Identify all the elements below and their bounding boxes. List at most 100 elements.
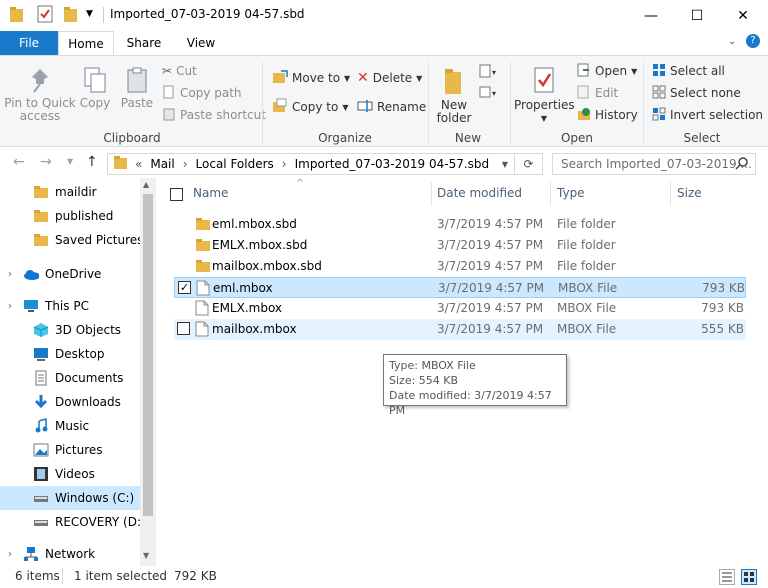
tab-view[interactable]: View (174, 31, 228, 55)
nav-item[interactable]: Desktop (0, 342, 140, 366)
new-item-button[interactable]: ▾ (478, 63, 500, 82)
nav-item[interactable]: 3D Objects (0, 318, 140, 342)
history-button[interactable]: History (577, 105, 638, 125)
address-overflow[interactable]: « (135, 157, 142, 171)
pin-quick-access-button[interactable]: Pin to Quick access (4, 66, 76, 123)
properties-icon[interactable] (36, 4, 54, 27)
documents-icon (33, 370, 49, 386)
copy-path-button[interactable]: Copy path (162, 83, 242, 103)
folder-icon (33, 208, 49, 224)
recent-locations-icon[interactable]: ▼ (67, 157, 73, 166)
chevron-right-icon[interactable]: › (8, 269, 12, 280)
folder-icon (33, 232, 49, 248)
properties-label: Properties (514, 98, 575, 112)
column-divider[interactable] (550, 182, 551, 206)
forward-arrow-icon[interactable]: → (40, 154, 52, 170)
tab-home[interactable]: Home (58, 31, 114, 56)
paste-button[interactable]: Paste (118, 66, 156, 110)
rename-button[interactable]: Rename (357, 97, 426, 117)
breadcrumb-imported[interactable]: Imported_07-03-2019 04-57.sbd (295, 157, 490, 171)
svg-text:▾: ▾ (492, 89, 496, 98)
large-icons-view-icon (744, 572, 754, 582)
delete-button[interactable]: ✕ Delete ▼ (357, 68, 422, 88)
file-row[interactable]: EMLX.mbox.sbd 3/7/2019 4:57 PM File folder (174, 235, 746, 256)
nav-item[interactable]: Pictures (0, 438, 140, 462)
chevron-right-icon[interactable]: › (8, 301, 12, 312)
close-button[interactable]: ✕ (720, 0, 766, 31)
ribbon-separator (510, 62, 511, 144)
back-arrow-icon[interactable]: ← (13, 154, 25, 170)
help-icon[interactable]: ? (746, 34, 760, 48)
open-button[interactable]: Open ▼ (577, 61, 637, 81)
row-checkbox[interactable]: ✓ (178, 281, 191, 294)
column-size[interactable]: Size (677, 186, 702, 200)
nav-item[interactable]: › Network (0, 542, 140, 566)
minimize-button[interactable]: — (628, 0, 674, 31)
edit-button[interactable]: Edit (577, 83, 618, 103)
nav-item[interactable]: Downloads (0, 390, 140, 414)
select-none-button[interactable]: Select none (652, 83, 741, 103)
history-label: History (595, 108, 638, 122)
invert-selection-button[interactable]: Invert selection (652, 105, 763, 125)
file-row[interactable]: ✓ eml.mbox 3/7/2019 4:57 PM MBOX File 793 KB (174, 277, 746, 298)
column-type[interactable]: Type (557, 186, 585, 200)
new-folder-icon[interactable] (63, 6, 79, 27)
copy-to-button[interactable]: Copy to ▼ (272, 97, 348, 117)
chevron-right-icon[interactable]: › (8, 549, 12, 560)
nav-item[interactable]: Saved Pictures (0, 228, 143, 252)
select-all-checkbox[interactable] (170, 188, 183, 201)
nav-item[interactable]: Videos (0, 462, 140, 486)
search-input[interactable]: Search Imported_07-03-2019 ... (552, 153, 756, 175)
address-bar[interactable]: « Mail › Local Folders › Imported_07-03-… (107, 153, 515, 175)
file-type: File folder (557, 217, 616, 231)
column-divider[interactable] (670, 182, 671, 206)
details-view-button[interactable] (719, 569, 735, 585)
paste-shortcut-button[interactable]: Paste shortcut (162, 105, 266, 125)
properties-button[interactable]: Properties ▼ (514, 66, 575, 125)
tab-file[interactable]: File (0, 31, 58, 55)
new-folder-button[interactable]: New folder (434, 66, 474, 125)
file-row[interactable]: eml.mbox.sbd 3/7/2019 4:57 PM File folder (174, 214, 746, 235)
large-icons-view-button[interactable] (741, 569, 757, 585)
scroll-up-icon[interactable]: ▲ (143, 180, 149, 189)
nav-item[interactable]: › This PC (0, 294, 140, 318)
column-divider[interactable] (431, 182, 432, 206)
ribbon-separator (643, 62, 644, 144)
expand-ribbon-icon[interactable]: ⌄ (728, 36, 736, 47)
cut-button[interactable]: ✂ Cut (162, 61, 197, 81)
breadcrumb-local-folders[interactable]: Local Folders (196, 157, 274, 171)
column-date-modified[interactable]: Date modified (437, 186, 522, 200)
nav-item[interactable]: Music (0, 414, 140, 438)
refresh-button[interactable]: ⟳ (515, 153, 543, 175)
nav-item[interactable]: › OneDrive (0, 262, 140, 286)
select-all-button[interactable]: Select all (652, 61, 725, 81)
nav-item[interactable]: Windows (C:) (0, 486, 140, 510)
address-dropdown-icon[interactable]: ▼ (502, 160, 508, 169)
nav-item-label: Documents (55, 371, 124, 385)
nav-item[interactable]: maildir (0, 180, 140, 204)
move-to-button[interactable]: Move to ▼ (272, 68, 350, 88)
row-checkbox[interactable] (177, 322, 190, 335)
nav-item[interactable]: published (0, 204, 140, 228)
breadcrumb-mail[interactable]: Mail (150, 157, 174, 171)
tab-share[interactable]: Share (114, 31, 174, 55)
file-row[interactable]: mailbox.mbox 3/7/2019 4:57 PM MBOX File 555… (174, 319, 746, 340)
copy-label: Copy (79, 96, 111, 110)
easy-access-button[interactable]: ▾ (478, 84, 500, 103)
scroll-thumb[interactable] (143, 194, 153, 516)
copy-button[interactable]: Copy (78, 66, 112, 110)
folder-icon (9, 6, 25, 27)
column-name[interactable]: Name (193, 186, 228, 200)
onedrive-icon (23, 266, 39, 282)
scroll-down-icon[interactable]: ▼ (143, 551, 149, 560)
details-view-icon (722, 572, 732, 582)
customize-toolbar-icon[interactable]: ▼ (86, 9, 93, 19)
nav-scrollbar[interactable]: ▲ ▼ (140, 178, 156, 566)
file-row[interactable]: EMLX.mbox 3/7/2019 4:57 PM MBOX File 793 KB (174, 298, 746, 319)
file-row[interactable]: mailbox.mbox.sbd 3/7/2019 4:57 PM File fol… (174, 256, 746, 277)
file-date: 3/7/2019 4:57 PM (437, 322, 544, 336)
maximize-button[interactable]: ☐ (674, 0, 720, 31)
nav-item[interactable]: RECOVERY (D:) (0, 510, 146, 534)
up-arrow-icon[interactable]: ↑ (86, 154, 98, 170)
nav-item[interactable]: Documents (0, 366, 140, 390)
